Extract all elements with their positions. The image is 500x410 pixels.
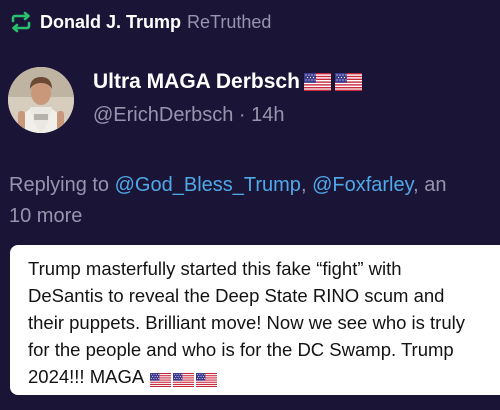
us-flag-icon (173, 373, 194, 387)
us-flag-icon (304, 73, 331, 91)
mention-separator: , (413, 174, 419, 196)
author-meta: @ErichDerbsch · 14h (93, 104, 285, 127)
mention-link[interactable]: @Foxfarley (312, 174, 413, 196)
mention-link[interactable]: @God_Bless_Trump (115, 174, 301, 196)
replying-to: Replying to @God_Bless_Trump, @Foxfarley… (9, 170, 500, 232)
post-body: Trump masterfully started this fake “fig… (28, 255, 500, 392)
replying-suffix: an (424, 174, 447, 196)
us-flag-icon (335, 73, 362, 91)
truth-post: Donald J. Trump ReTruthed Ultra MAGA Der… (0, 0, 500, 410)
avatar[interactable] (8, 67, 74, 133)
post-line: 2024!!! MAGA (28, 366, 144, 387)
retruth-header: Donald J. Trump ReTruthed (9, 10, 271, 34)
replying-prefix: Replying to (9, 174, 110, 196)
post-line: DeSantis to reveal the Deep State RINO s… (28, 285, 445, 306)
retruthed-by-name[interactable]: Donald J. Trump (40, 12, 181, 33)
author-display-name-row[interactable]: Ultra MAGA Derbsch (93, 70, 362, 94)
post-line: for the people and who is for the DC Swa… (28, 339, 454, 360)
more-mentions-link[interactable]: 10 more (9, 205, 82, 227)
post-body-card[interactable]: Trump masterfully started this fake “fig… (10, 245, 500, 395)
retruth-icon (9, 10, 33, 34)
us-flag-icon (150, 373, 171, 387)
post-line: their puppets. Brilliant move! Now we se… (28, 312, 465, 333)
post-line: Trump masterfully started this fake “fig… (28, 258, 402, 279)
post-timestamp[interactable]: 14h (251, 104, 284, 126)
mention-separator: , (300, 174, 307, 196)
author-display-name[interactable]: Ultra MAGA Derbsch (93, 70, 300, 94)
post-flags (148, 365, 217, 392)
retruthed-label: ReTruthed (187, 11, 272, 32)
us-flag-icon (196, 373, 217, 387)
meta-separator: · (238, 104, 246, 126)
author-handle[interactable]: @ErichDerbsch (93, 104, 233, 126)
